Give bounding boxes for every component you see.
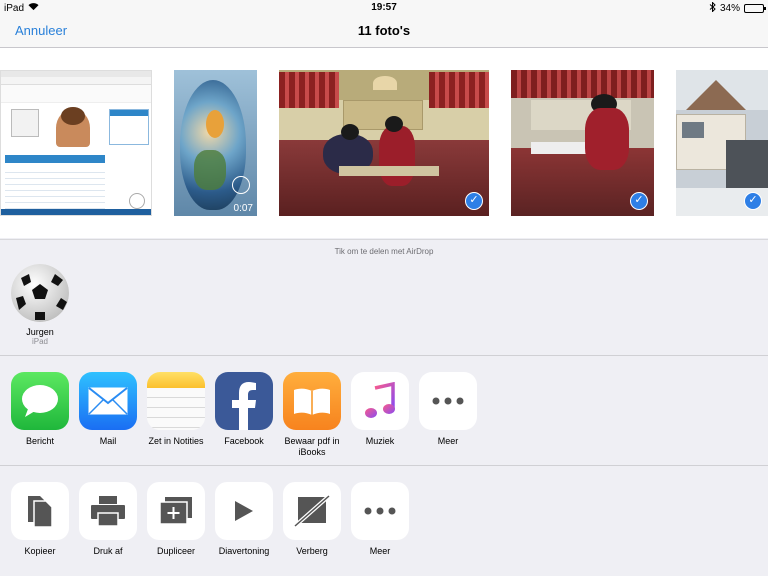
actions-row: Kopieer Druk af Dupliceer Diavertoning V… bbox=[0, 465, 768, 575]
photo-strip[interactable]: 0:07 ✓ ✓ ✓ bbox=[0, 48, 768, 238]
action-label: Diavertoning bbox=[218, 546, 270, 556]
share-app-label: Bewaar pdf in iBooks bbox=[284, 436, 340, 457]
share-app-messages[interactable]: Bericht bbox=[4, 372, 76, 447]
slideshow-icon bbox=[215, 482, 273, 540]
action-print[interactable]: Druk af bbox=[72, 482, 144, 557]
page-title: 11 foto's bbox=[357, 23, 411, 38]
status-right: 34% bbox=[709, 1, 766, 15]
share-app-music[interactable]: Muziek bbox=[344, 372, 416, 447]
share-app-label: Zet in Notities bbox=[148, 436, 204, 446]
share-app-facebook[interactable]: Facebook bbox=[208, 372, 280, 447]
photo-thumbnail-caravan-interior-2[interactable]: ✓ bbox=[511, 70, 654, 216]
photo-thumbnail-caravan-snow[interactable]: ✓ bbox=[676, 70, 768, 216]
share-app-label: Muziek bbox=[365, 436, 395, 446]
more-icon bbox=[419, 372, 477, 430]
facebook-icon bbox=[215, 372, 273, 430]
action-label: Druk af bbox=[93, 546, 123, 556]
action-label: Dupliceer bbox=[156, 546, 196, 556]
action-duplicate[interactable]: Dupliceer bbox=[140, 482, 212, 557]
messages-icon bbox=[11, 372, 69, 430]
ibooks-icon bbox=[283, 372, 341, 430]
airdrop-contact-device: iPad bbox=[31, 337, 48, 346]
action-slideshow[interactable]: Diavertoning bbox=[208, 482, 280, 557]
airdrop-contact-name: Jurgen bbox=[26, 327, 54, 337]
battery-icon bbox=[744, 4, 766, 13]
mail-icon bbox=[79, 372, 137, 430]
soccer-ball-avatar[interactable] bbox=[11, 264, 69, 322]
copy-icon bbox=[11, 482, 69, 540]
airdrop-hint: Tik om te delen met AirDrop bbox=[334, 247, 434, 256]
nav-bar: Annuleer 11 foto's bbox=[0, 16, 768, 48]
photo-thumbnail-video[interactable]: 0:07 bbox=[174, 70, 257, 216]
photo-selected-check-icon: ✓ bbox=[465, 192, 483, 210]
action-more[interactable]: Meer bbox=[344, 482, 416, 557]
photo-selected-check-icon: ✓ bbox=[630, 192, 648, 210]
share-app-ibooks[interactable]: Bewaar pdf in iBooks bbox=[276, 372, 348, 458]
battery-percent: 34% bbox=[719, 3, 740, 14]
share-apps-row: Bericht Mail Zet in Notities Facebook Be… bbox=[0, 355, 768, 465]
video-duration: 0:07 bbox=[233, 203, 253, 214]
share-app-label: Meer bbox=[437, 436, 459, 446]
action-label: Verberg bbox=[296, 546, 328, 556]
share-app-more[interactable]: Meer bbox=[412, 372, 484, 447]
hide-icon bbox=[283, 482, 341, 540]
share-app-notes[interactable]: Zet in Notities bbox=[140, 372, 212, 447]
status-bar: iPad 19:57 34% bbox=[0, 0, 768, 16]
status-time: 19:57 bbox=[371, 2, 397, 13]
duplicate-icon bbox=[147, 482, 205, 540]
share-app-label: Facebook bbox=[224, 436, 264, 446]
photo-selected-check-icon: ✓ bbox=[744, 192, 762, 210]
notes-icon bbox=[147, 372, 205, 430]
action-label: Kopieer bbox=[24, 546, 56, 556]
share-app-mail[interactable]: Mail bbox=[72, 372, 144, 447]
photo-thumbnail-caravan-interior-1[interactable]: ✓ bbox=[279, 70, 489, 216]
selection-ring bbox=[232, 176, 250, 194]
action-hide[interactable]: Verberg bbox=[276, 482, 348, 557]
action-label: Meer bbox=[369, 546, 391, 556]
share-app-label: Bericht bbox=[25, 436, 54, 446]
more-icon bbox=[351, 482, 409, 540]
action-copy[interactable]: Kopieer bbox=[4, 482, 76, 557]
airdrop-section: Tik om te delen met AirDrop Jurgen iPad bbox=[0, 239, 768, 356]
print-icon bbox=[79, 482, 137, 540]
music-icon bbox=[351, 372, 409, 430]
photo-thumbnail-screenshot[interactable] bbox=[0, 70, 152, 216]
bluetooth-icon bbox=[709, 1, 716, 15]
share-app-label: Mail bbox=[99, 436, 117, 446]
